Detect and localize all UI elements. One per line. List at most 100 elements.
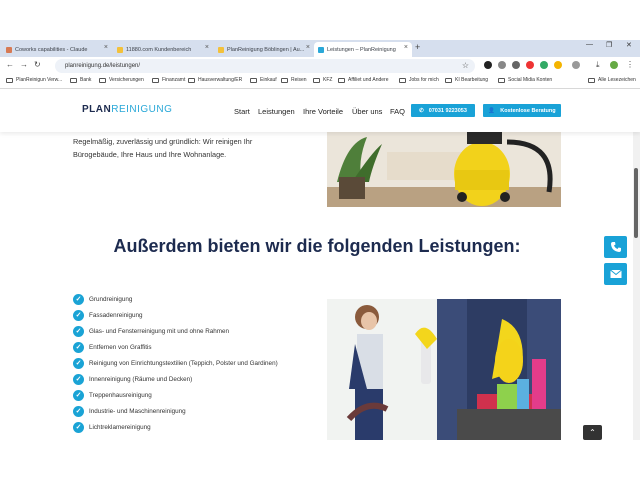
folder-icon [152,77,159,83]
close-tab-icon[interactable]: × [104,44,108,51]
extension-icon[interactable] [526,61,534,69]
services-heading: Außerdem bieten wir die folgenden Leistu… [113,236,521,256]
service-label: Fassadenreinigung [89,311,143,319]
bookmark-item[interactable]: Finanzamt [152,77,185,83]
bookmark-item[interactable]: Affiliet und Andere [338,77,389,83]
close-tab-icon[interactable]: × [404,44,408,51]
minimize-icon[interactable]: — [586,41,593,48]
logo-text-plan: PLAN [82,104,112,115]
bookmark-label: KI Bearbeitung [455,77,489,83]
bookmark-star-icon[interactable]: ☆ [462,61,469,70]
list-item: ✓ Fassadenreinigung [73,307,278,323]
bookmark-item[interactable]: Alle Lesezeichen [588,77,636,83]
list-item: ✓ Lichtreklamereinigung [73,419,278,435]
list-item: ✓ Entfernen von Graffitis [73,339,278,355]
close-tab-icon[interactable]: × [205,44,209,51]
contact-button-label: Kostenlose Beratung [500,107,556,114]
close-tab-icon[interactable]: × [306,44,310,51]
nav-leistungen[interactable]: Leistungen [258,107,295,116]
browser-tab[interactable]: Coworks capabilities - Claude × [2,42,112,57]
phone-icon [610,242,621,252]
list-item: ✓ Glas- und Fensterreinigung mit und ohne… [73,323,278,339]
bookmark-item[interactable]: Versicherungen [99,77,144,83]
check-circle-icon: ✓ [73,293,84,305]
bookmark-item[interactable]: Bank [70,77,91,83]
scrollbar-thumb[interactable] [634,168,638,238]
service-label: Glas- und Fensterreinigung mit und ohne … [89,327,230,335]
extension-icon[interactable] [540,61,548,69]
contact-button[interactable]: 👤 Kostenlose Beratung [483,104,561,117]
extensions-puzzle-icon[interactable] [572,61,580,69]
page-scrollbar[interactable] [633,90,640,440]
nav-faq[interactable]: FAQ [390,107,405,116]
service-label: Industrie- und Maschinenreinigung [89,407,186,415]
bookmark-item[interactable]: Jobs for mich [399,77,439,83]
download-icon[interactable]: ⤓ [596,60,600,70]
list-item: ✓ Innenreinigung (Räume und Decken) [73,371,278,387]
profile-avatar[interactable] [610,61,618,69]
bookmark-item[interactable]: PlanReinigun Verw... [6,77,62,83]
claude-favicon-icon [6,46,12,53]
service-label: Reinigung von Einrichtungstextilien (Tep… [89,359,278,367]
bookmark-label: Reisen [291,77,307,83]
nav-start[interactable]: Start [234,107,250,116]
bookmark-item[interactable]: KFZ [313,77,332,83]
tab-title: 11880.com Kundenbereich [126,46,192,53]
browser-tab[interactable]: PlanReinigung Böblingen | Au... × [214,42,314,57]
nav-ueber-uns[interactable]: Über uns [352,107,382,116]
cleaning-staff-photo [327,299,561,440]
extension-icon[interactable] [554,61,562,69]
mail-icon [609,269,622,278]
forward-arrow-icon[interactable]: → [20,60,28,69]
browser-tab-active[interactable]: Leistungen – PlanReinigung × [314,42,412,57]
bookmark-item[interactable]: Einkauf [250,77,277,83]
folder-icon [338,77,345,83]
phone-button[interactable]: ✆ 07031 9223053 [411,104,475,117]
service-label: Grundreinigung [89,295,133,303]
restore-icon[interactable]: ❐ [606,41,612,49]
bookmark-item[interactable]: Social Midia Konten [498,77,552,83]
menu-dots-icon[interactable]: ⋮ [626,60,634,69]
check-circle-icon: ✓ [73,389,84,401]
bookmark-label: PlanReinigun Verw... [16,77,63,83]
extension-icon[interactable] [512,61,520,69]
reload-icon[interactable]: ↻ [34,60,41,69]
services-list: ✓ Grundreinigung ✓ Fassadenreinigung ✓ Glas… [73,291,278,435]
bookmark-label: Affiliet und Andere [348,77,389,83]
bookmark-label: Alle Lesezeichen [598,77,636,83]
bookmark-label: Social Midia Konten [508,77,553,83]
close-window-icon[interactable]: ✕ [626,41,632,49]
bookmark-label: Einkauf [260,77,277,83]
intro-text: Regelmäßig, zuverlässig und gründlich: W… [73,137,253,159]
site-logo[interactable]: PLANREINIGUNG [82,104,172,115]
list-item: ✓ Industrie- und Maschinenreinigung [73,403,278,419]
bookmark-item[interactable]: Reisen [281,77,307,83]
folder-icon [399,77,406,83]
nav-ihre-vorteile[interactable]: Ihre Vorteile [303,107,343,116]
bookmark-label: Bank [80,77,92,83]
check-circle-icon: ✓ [73,405,84,417]
scroll-to-top-button[interactable]: ⌃ [583,425,602,440]
empty-area [0,440,640,480]
phone-float-button[interactable] [604,236,627,258]
new-tab-button[interactable]: + [415,42,420,52]
folder-icon [6,77,13,83]
extension-icon[interactable] [484,61,492,69]
site-favicon-icon [318,46,324,53]
extension-icon[interactable] [498,61,506,69]
list-item: ✓ Treppenhausreinigung [73,387,278,403]
folder-icon [498,77,505,83]
tab-title: Leistungen – PlanReinigung [327,46,396,53]
email-float-button[interactable] [604,263,627,285]
address-bar[interactable]: planreinigung.de/leistungen/ ☆ [55,59,475,73]
browser-tab[interactable]: 11880.com Kundenbereich × [113,42,213,57]
service-label: Innenreinigung (Räume und Decken) [89,375,193,383]
back-arrow-icon[interactable]: ← [6,60,14,69]
list-item: ✓ Reinigung von Einrichtungstextilien (Te… [73,355,278,371]
check-circle-icon: ✓ [73,325,84,337]
folder-icon [188,77,195,83]
phone-button-label: 07031 9223053 [428,107,467,114]
bookmark-item[interactable]: Hausverwaltung/ER [188,77,242,83]
bookmark-item[interactable]: KI Bearbeitung [445,77,488,83]
folder-icon [281,77,288,83]
